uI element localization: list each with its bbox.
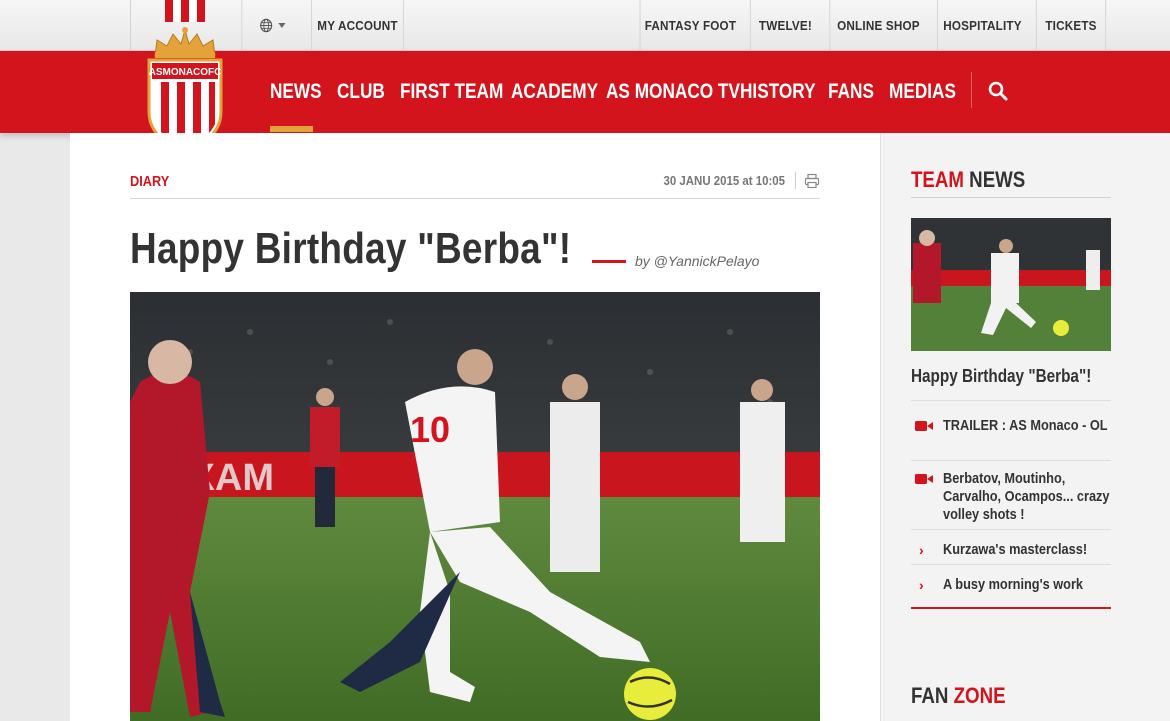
article-hero-image: OXAM 10: [130, 292, 820, 721]
nav-item-fans[interactable]: FANS: [828, 51, 874, 133]
print-icon[interactable]: [804, 173, 820, 189]
divider: [130, 198, 820, 199]
language-selector[interactable]: [241, 0, 302, 51]
article-category[interactable]: DIARY: [130, 173, 169, 190]
list-item[interactable]: Berbatov, Moutinho, Carvalho, Ocampos...…: [911, 470, 1111, 530]
topbar-link-hospitality[interactable]: HOSPITALITY: [937, 0, 1027, 51]
divider: [971, 72, 972, 108]
nav-item-first-team[interactable]: FIRST TEAM: [400, 51, 503, 133]
chevron-right-icon: ›: [919, 542, 924, 558]
list-item[interactable]: › A busy morning's work: [911, 576, 1111, 600]
chevron-right-icon: ›: [919, 577, 924, 593]
list-item-label: TRAILER : AS Monaco - OL: [943, 417, 1108, 434]
nav-item-history[interactable]: HISTORY: [740, 51, 816, 133]
nav-active-indicator: [270, 126, 313, 132]
article-title: Happy Birthday "Berba"!: [130, 224, 572, 273]
topbar-link-fantasy-foot[interactable]: FANTASY FOOT: [639, 0, 741, 51]
divider: [911, 607, 1111, 609]
logo-text: ASMONACOFC: [149, 67, 222, 78]
nav-item-news[interactable]: NEWS: [270, 51, 322, 133]
topbar-link-tickets[interactable]: TICKETS: [1035, 0, 1107, 51]
chevron-down-icon: [278, 23, 286, 28]
divider: [130, 0, 131, 51]
divider: [911, 400, 1111, 401]
topbar-link-online-shop[interactable]: ONLINE SHOP: [829, 0, 926, 51]
fan-zone-heading: FAN ZONE: [911, 683, 1006, 709]
divider: [911, 197, 1111, 198]
video-camera-icon: [915, 474, 933, 484]
featured-news-title[interactable]: Happy Birthday "Berba"!: [911, 366, 1091, 387]
fan-zone-heading-word2: ZONE: [953, 683, 1006, 708]
nav-item-medias[interactable]: MEDIAS: [889, 51, 956, 133]
globe-icon: [260, 18, 273, 33]
featured-news-thumbnail[interactable]: [911, 218, 1111, 351]
search-icon[interactable]: [986, 79, 1010, 103]
title-accent-rule: [592, 260, 626, 263]
my-account-link[interactable]: MY ACCOUNT: [311, 0, 404, 51]
nav-item-academy[interactable]: ACADEMY: [511, 51, 598, 133]
team-news-heading: TEAM NEWS: [911, 167, 1025, 193]
article-date: 30 JANU 2015 at 10:05: [663, 173, 785, 188]
list-item-label: Berbatov, Moutinho, Carvalho, Ocampos...…: [943, 470, 1110, 523]
article-byline[interactable]: by @YannickPelayo: [635, 253, 759, 269]
nav-item-as-monaco-tv[interactable]: AS MONACO TV: [606, 51, 740, 133]
list-item[interactable]: TRAILER : AS Monaco - OL: [911, 417, 1111, 461]
divider: [795, 172, 796, 189]
svg-text:10: 10: [410, 409, 450, 450]
team-news-heading-word1: TEAM: [911, 167, 964, 192]
topbar-link-twelve[interactable]: TWELVE!: [749, 0, 820, 51]
list-item-label: Kurzawa's masterclass!: [943, 541, 1088, 558]
fan-zone-heading-word1: FAN: [911, 683, 949, 708]
list-item-label: A busy morning's work: [943, 576, 1083, 593]
nav-item-club[interactable]: CLUB: [337, 51, 385, 133]
video-camera-icon: [915, 421, 933, 431]
list-item[interactable]: › Kurzawa's masterclass!: [911, 541, 1111, 565]
team-news-heading-word2: NEWS: [969, 167, 1026, 192]
